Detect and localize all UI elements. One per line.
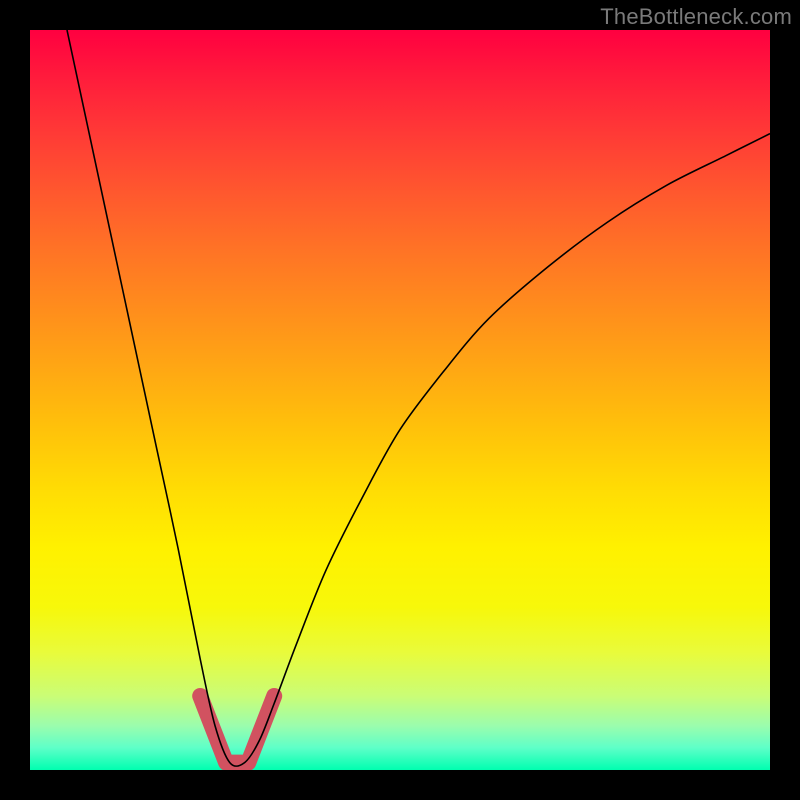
bottleneck-curve (67, 30, 770, 766)
chart-frame: TheBottleneck.com (0, 0, 800, 800)
minimum-marker (200, 696, 274, 763)
watermark-text: TheBottleneck.com (600, 4, 792, 30)
plot-area (30, 30, 770, 770)
chart-svg (30, 30, 770, 770)
